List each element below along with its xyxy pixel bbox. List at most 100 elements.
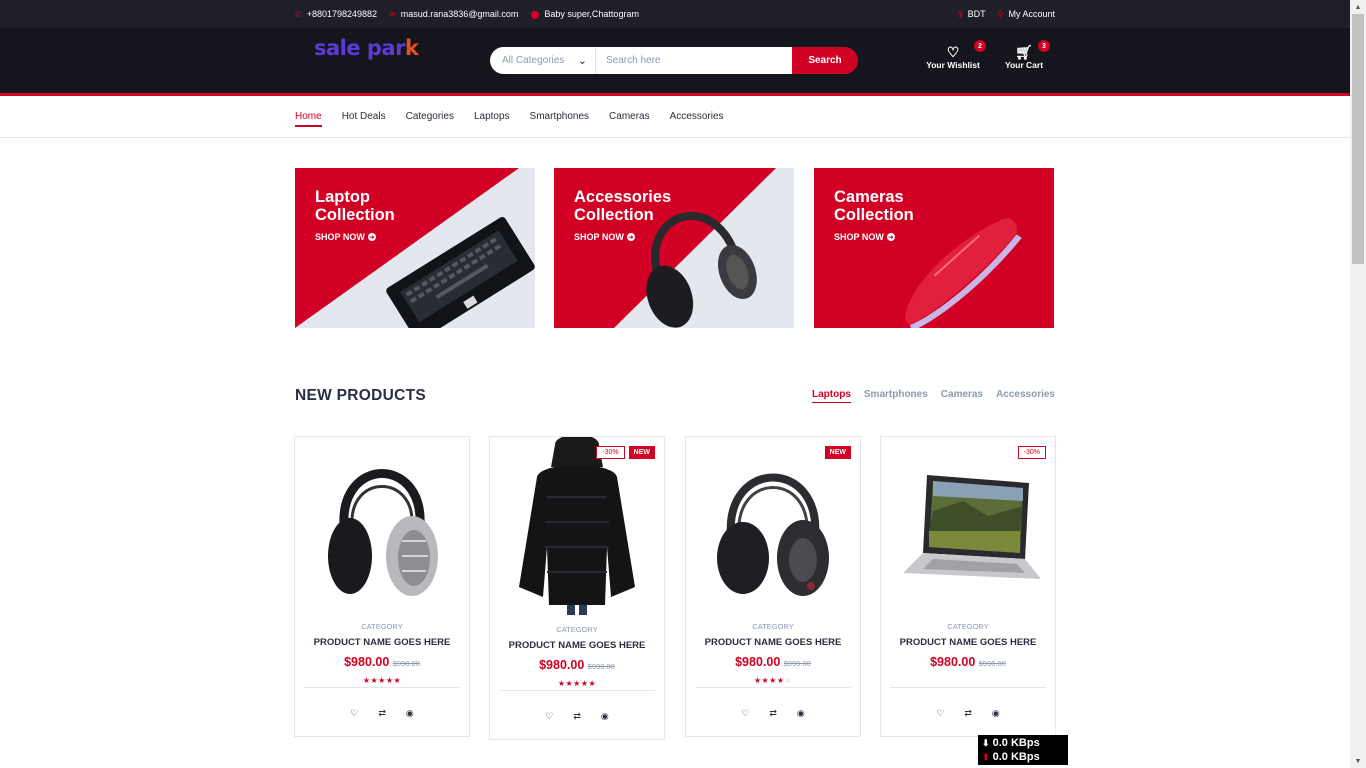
address-text: Baby super,Chattogram: [544, 9, 639, 19]
product-name[interactable]: PRODUCT NAME GOES HERE: [490, 640, 664, 651]
product-labels: -30%: [1017, 446, 1046, 459]
compare-icon[interactable]: ⇄: [378, 708, 386, 719]
product-rating: ★★★★★: [753, 676, 793, 685]
phone-link[interactable]: ✆ +8801798249882: [295, 9, 377, 19]
nav-item-accessories[interactable]: Accessories: [670, 111, 724, 122]
banner-title: Cameras Collection: [834, 188, 914, 224]
product-old-price: $990.00: [783, 659, 811, 668]
contact-info: ✆ +8801798249882 ✉ masud.rana3836@gmail.co…: [295, 0, 639, 28]
product-body: CATEGORY PRODUCT NAME GOES HERE $980.00 …: [686, 622, 860, 685]
product-actions: ♡ ⇄ ◉: [686, 708, 860, 719]
laptop-image: [881, 437, 1055, 615]
compare-icon[interactable]: ⇄: [964, 708, 972, 719]
search-form: All Categories ⌄ Search: [490, 47, 858, 74]
address-link[interactable]: ⬤ Baby super,Chattogram: [530, 9, 639, 19]
product-rating: ★★★★★: [557, 679, 597, 688]
product-divider: [890, 687, 1046, 688]
nav-item-categories[interactable]: Categories: [406, 111, 454, 122]
product-card[interactable]: NEW CATEGORY PRODUCT NAME GOES HERE $980…: [685, 436, 861, 737]
compare-icon[interactable]: ⇄: [769, 708, 777, 719]
tab-accessories[interactable]: Accessories: [996, 389, 1055, 400]
page-scrollbar[interactable]: ▲ ▼: [1350, 0, 1366, 768]
wishlist-button[interactable]: ♡ 2 Your Wishlist: [926, 40, 986, 70]
site-logo[interactable]: sale park: [314, 36, 419, 60]
product-name[interactable]: PRODUCT NAME GOES HERE: [881, 637, 1055, 648]
banner-title: Laptop Collection: [315, 188, 395, 224]
new-badge: NEW: [628, 446, 655, 459]
product-divider: [695, 687, 851, 688]
nav-item-cameras[interactable]: Cameras: [609, 111, 650, 122]
email-text: masud.rana3836@gmail.com: [400, 9, 519, 19]
new-badge: NEW: [824, 446, 851, 459]
product-price: $980.00 $990.00: [735, 655, 811, 669]
nav-item-home[interactable]: Home: [295, 111, 322, 127]
wishlist-label: Your Wishlist: [926, 60, 980, 70]
tab-smartphones[interactable]: Smartphones: [864, 389, 928, 400]
nav-item-smartphones[interactable]: Smartphones: [530, 111, 589, 122]
currency-text: BDT: [967, 9, 986, 19]
accessories-collection-banner[interactable]: Accessories Collection SHOP NOW ➜: [554, 168, 794, 328]
product-divider: [499, 690, 655, 691]
compare-icon[interactable]: ⇄: [573, 711, 581, 722]
upload-speed: ⬆ 0.0 KBps: [982, 751, 1040, 763]
arrow-right-circle-icon: ➜: [367, 233, 376, 241]
section-title: NEW PRODUCTS: [295, 387, 427, 404]
scroll-up-arrow-icon[interactable]: ▲: [1350, 0, 1366, 14]
search-input[interactable]: [596, 47, 792, 74]
logo-main-text: sale par: [314, 36, 405, 60]
product-actions: ♡ ⇄ ◉: [295, 708, 469, 719]
scroll-down-arrow-icon[interactable]: ▼: [1350, 754, 1366, 768]
product-name[interactable]: PRODUCT NAME GOES HERE: [686, 637, 860, 648]
cart-count-badge: 3: [1038, 40, 1050, 52]
shop-now-link[interactable]: SHOP NOW ➜: [315, 232, 376, 242]
chevron-down-icon: ⌄: [577, 55, 587, 67]
black-jacket-image: [490, 437, 664, 615]
cameras-collection-banner[interactable]: Cameras Collection SHOP NOW ➜: [814, 168, 1054, 328]
wishlist-count-badge: 2: [974, 40, 986, 52]
heart-icon[interactable]: ♡: [545, 711, 553, 722]
eye-icon[interactable]: ◉: [992, 708, 1000, 719]
product-card[interactable]: CATEGORY PRODUCT NAME GOES HERE $980.00 …: [294, 436, 470, 737]
heart-icon[interactable]: ♡: [350, 708, 358, 719]
product-card[interactable]: -30% CATEGORY PRODUCT NAME GOES HERE $98…: [880, 436, 1056, 737]
eye-icon[interactable]: ◉: [406, 708, 414, 719]
shop-now-link[interactable]: SHOP NOW ➜: [834, 232, 895, 242]
product-card[interactable]: -30% NEW CATEGORY PRODUCT NAME GOES HERE…: [489, 436, 665, 740]
email-link[interactable]: ✉ masud.rana3836@gmail.com: [389, 9, 518, 19]
product-category[interactable]: CATEGORY: [881, 622, 1055, 631]
product-actions: ♡ ⇄ ◉: [881, 708, 1055, 719]
download-speed: ⬇ 0.0 KBps: [982, 737, 1040, 749]
shopping-cart-icon: 🛒︎: [1015, 44, 1033, 60]
cart-button[interactable]: 🛒︎ 3 Your Cart: [1004, 40, 1050, 70]
heart-icon[interactable]: ♡: [741, 708, 749, 719]
currency-link[interactable]: $ BDT: [958, 9, 985, 19]
my-account-link[interactable]: ⚲ My Account: [998, 9, 1055, 19]
eye-icon[interactable]: ◉: [601, 711, 609, 722]
scrollbar-thumb[interactable]: [1352, 14, 1364, 264]
tab-cameras[interactable]: Cameras: [941, 389, 983, 400]
shop-now-link[interactable]: SHOP NOW ➜: [574, 232, 635, 242]
tab-laptops[interactable]: Laptops: [812, 389, 851, 403]
nav-item-hot-deals[interactable]: Hot Deals: [342, 111, 386, 122]
laptop-collection-banner[interactable]: Laptop Collection SHOP NOW ➜: [295, 168, 535, 328]
upload-arrow-icon: ⬆: [982, 752, 990, 762]
heart-icon[interactable]: ♡: [936, 708, 944, 719]
search-button[interactable]: Search: [792, 47, 858, 74]
nav-item-laptops[interactable]: Laptops: [474, 111, 510, 122]
product-body: CATEGORY PRODUCT NAME GOES HERE $980.00 …: [295, 622, 469, 685]
phone-icon: ✆: [295, 9, 302, 19]
category-select[interactable]: All Categories ⌄: [490, 47, 596, 74]
user-icon: ⚲: [997, 9, 1004, 19]
product-rating: ★★★★★: [362, 676, 402, 685]
product-category[interactable]: CATEGORY: [295, 622, 469, 631]
product-category[interactable]: CATEGORY: [686, 622, 860, 631]
headphones-silver-image: [295, 437, 469, 615]
account-text: My Account: [1008, 9, 1055, 19]
product-old-price: $990.00: [587, 662, 615, 671]
dollar-icon: $: [958, 9, 963, 19]
product-category-tabs: Laptops Smartphones Cameras Accessories: [812, 389, 1055, 403]
product-labels: -30% NEW: [596, 446, 655, 459]
product-name[interactable]: PRODUCT NAME GOES HERE: [295, 637, 469, 648]
product-category[interactable]: CATEGORY: [490, 625, 664, 634]
eye-icon[interactable]: ◉: [797, 708, 805, 719]
